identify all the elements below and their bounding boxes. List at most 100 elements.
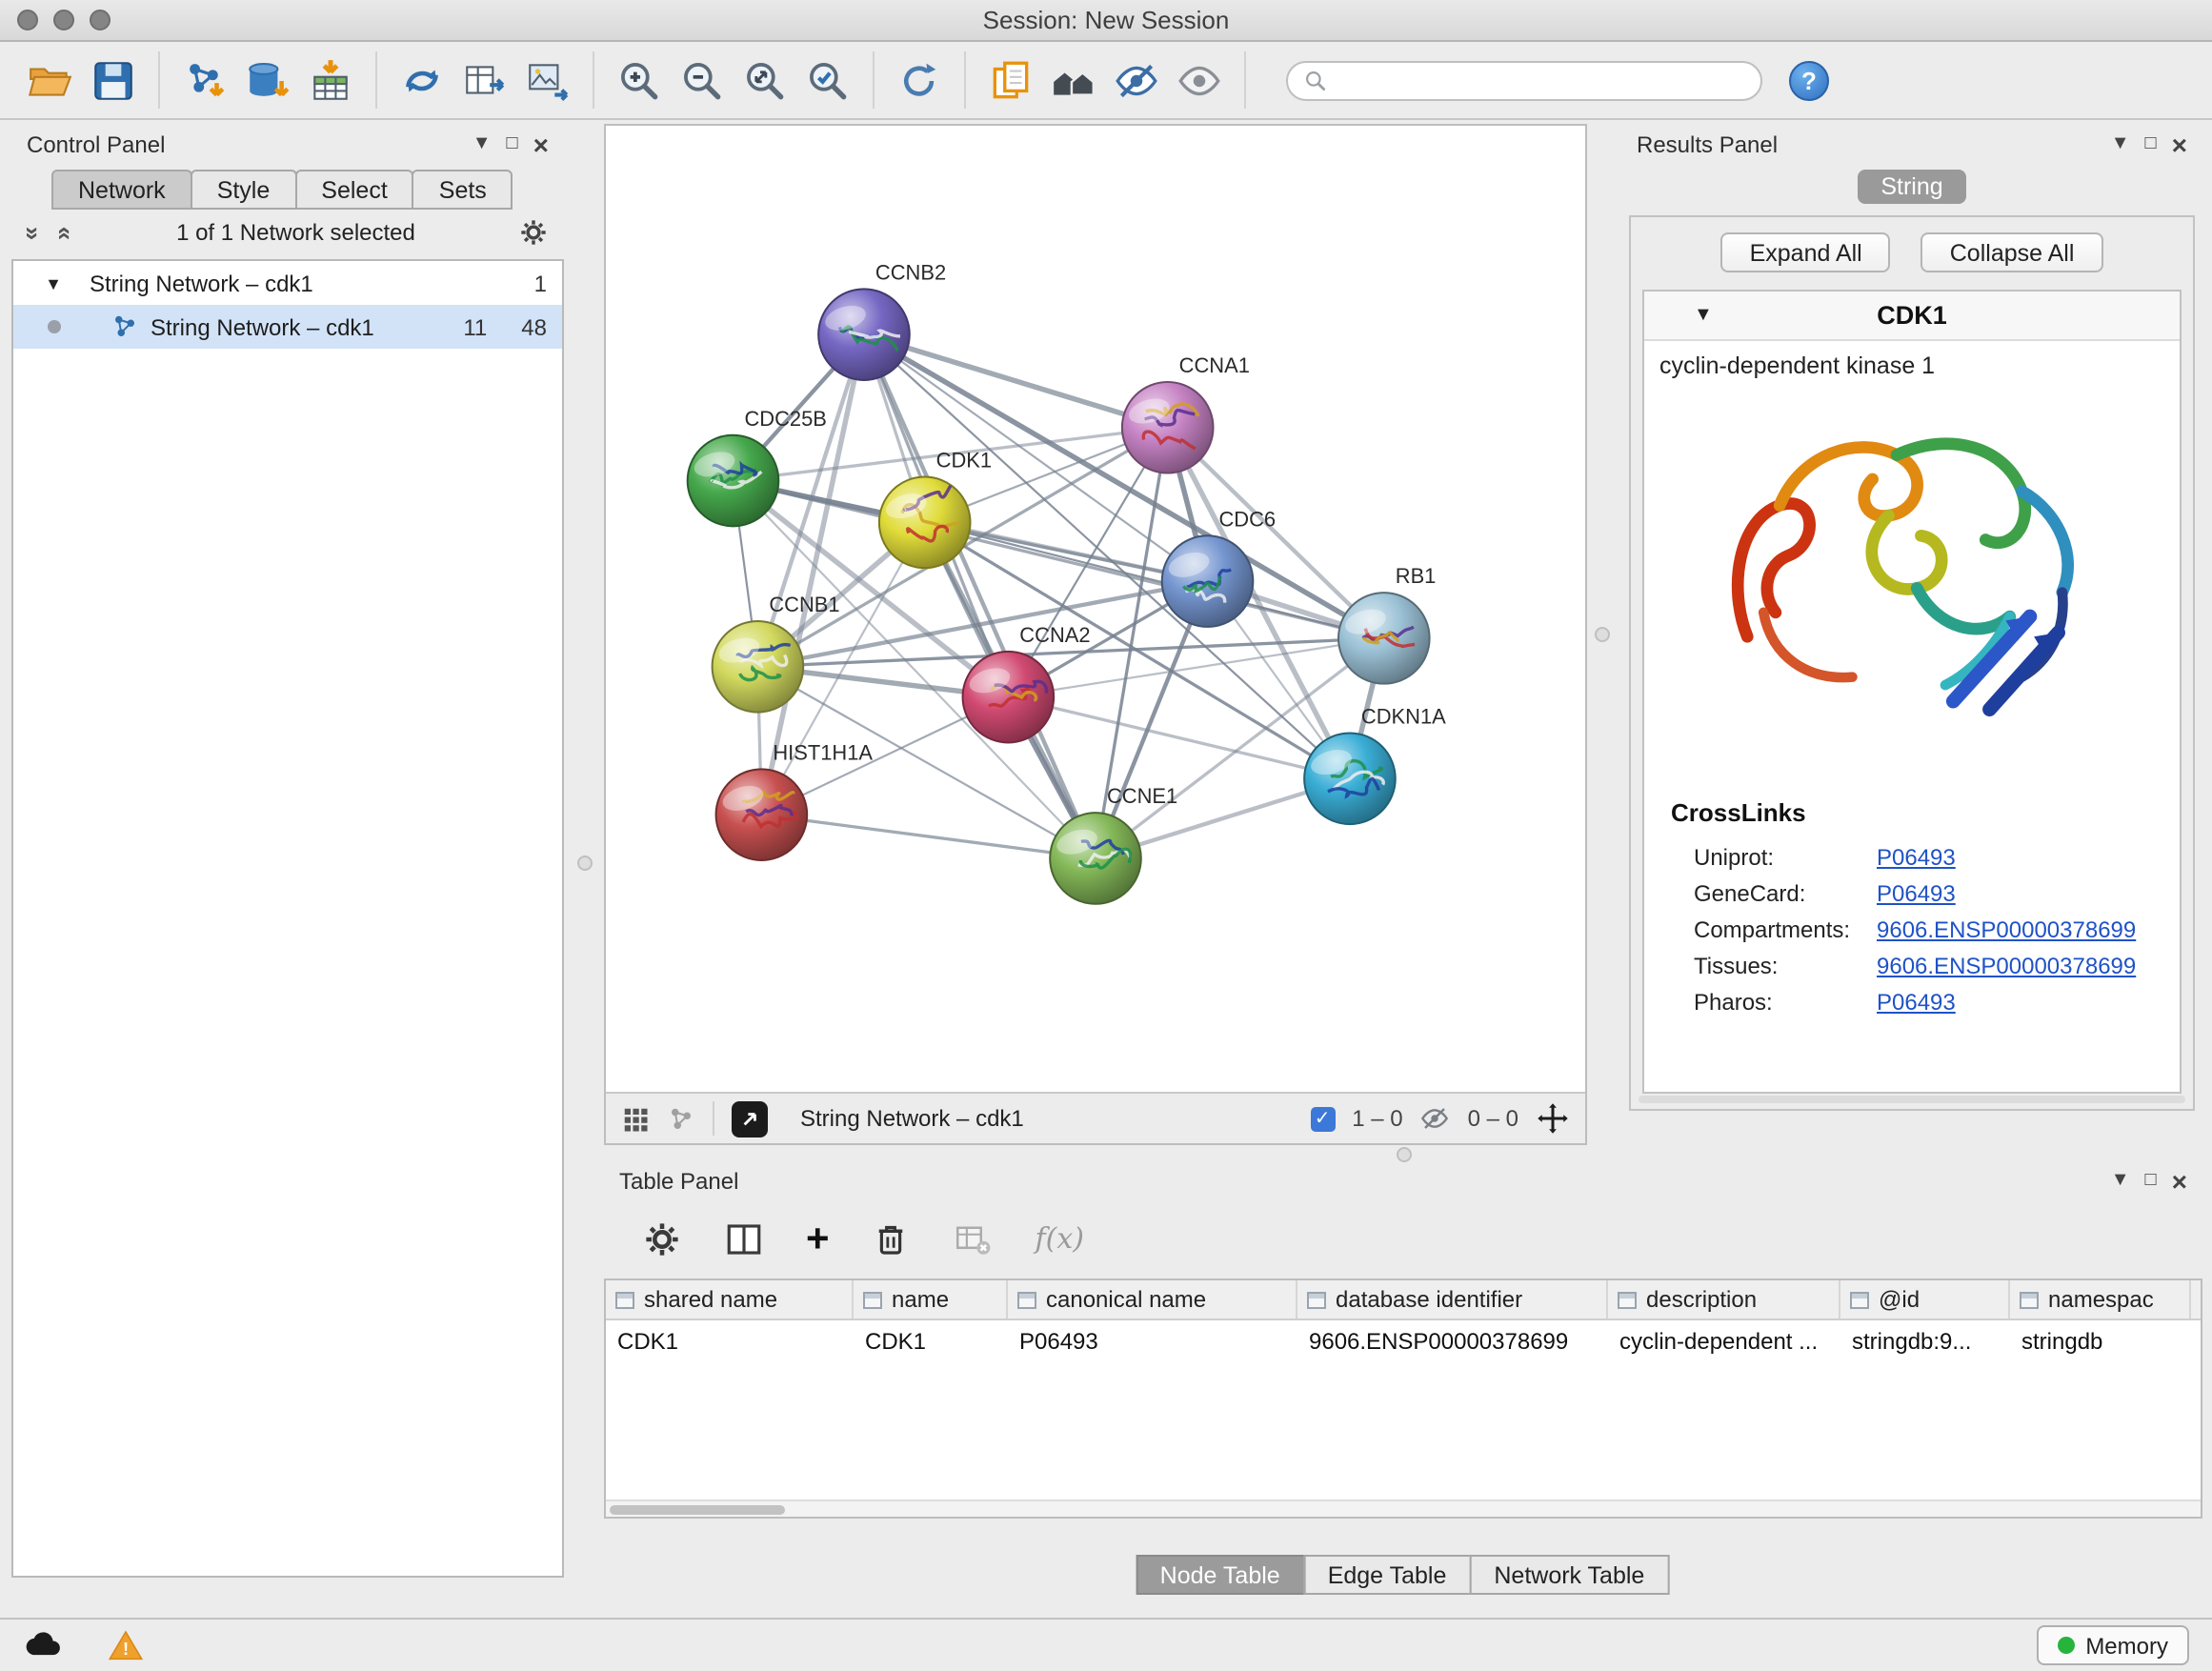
cloud-icon[interactable] xyxy=(23,1624,65,1666)
network-node-ccnb1[interactable]: CCNB1 xyxy=(713,593,840,713)
tab-string[interactable]: String xyxy=(1858,170,1965,204)
expand-all-icon[interactable]: » xyxy=(19,226,48,239)
column-header-database-identifier[interactable]: database identifier xyxy=(1297,1280,1608,1319)
network-edge[interactable] xyxy=(864,334,1096,858)
clone-network-button[interactable] xyxy=(979,50,1042,111)
network-node-ccna1[interactable]: CCNA1 xyxy=(1122,353,1250,473)
column-sort-icon xyxy=(863,1291,882,1308)
column-header-description[interactable]: description xyxy=(1608,1280,1840,1319)
import-network-database-button[interactable] xyxy=(236,50,299,111)
column-header-shared-name[interactable]: shared name xyxy=(606,1280,854,1319)
node-label: CDK1 xyxy=(936,449,992,473)
network-collection-row[interactable]: ▼ String Network – cdk1 1 xyxy=(13,261,562,305)
tab-edge-table[interactable]: Edge Table xyxy=(1303,1555,1472,1595)
import-network-file-button[interactable] xyxy=(173,50,236,111)
crosslink-link[interactable]: P06493 xyxy=(1877,879,1956,906)
column-header-namespac[interactable]: namespac xyxy=(2010,1280,2191,1319)
session-home-button[interactable] xyxy=(1042,50,1105,111)
network-edge[interactable] xyxy=(864,334,1168,428)
refresh-layout-button[interactable] xyxy=(888,50,951,111)
column-header-name[interactable]: name xyxy=(854,1280,1008,1319)
panel-float-icon[interactable]: □ xyxy=(2145,135,2157,154)
network-node-cdc25b[interactable]: CDC25B xyxy=(688,407,827,527)
network-node-hist1h1a[interactable]: HIST1H1A xyxy=(716,740,874,860)
trash-icon[interactable] xyxy=(872,1218,912,1258)
scrollbar-thumb[interactable] xyxy=(610,1505,785,1515)
zoom-window-button[interactable] xyxy=(90,10,111,30)
crosslink-link[interactable]: P06493 xyxy=(1877,843,1956,870)
tree-expand-icon[interactable]: ▼ xyxy=(40,273,67,292)
panel-menu-icon[interactable]: ▼ xyxy=(2111,135,2130,154)
birds-eye-view-button[interactable] xyxy=(732,1100,768,1137)
gear-icon[interactable] xyxy=(642,1218,682,1258)
open-session-button[interactable] xyxy=(19,50,82,111)
collapse-all-button[interactable]: Collapse All xyxy=(1921,232,2103,272)
column-header-canonical-name[interactable]: canonical name xyxy=(1008,1280,1297,1319)
tab-network[interactable]: Network xyxy=(51,170,192,210)
import-table-disabled-icon xyxy=(954,1218,994,1258)
export-table-button[interactable] xyxy=(453,50,516,111)
tab-style[interactable]: Style xyxy=(191,170,297,210)
panel-menu-icon[interactable]: ▼ xyxy=(473,135,492,154)
section-expand-icon[interactable]: ▼ xyxy=(1694,305,1713,326)
save-session-button[interactable] xyxy=(82,50,145,111)
network-view-icon[interactable] xyxy=(667,1104,695,1133)
network-row-selected[interactable]: String Network – cdk1 11 48 xyxy=(13,305,562,349)
panel-float-icon[interactable]: □ xyxy=(2145,1172,2157,1191)
close-window-button[interactable] xyxy=(17,10,38,30)
network-edge[interactable] xyxy=(761,815,1096,858)
panel-close-icon[interactable]: × xyxy=(533,131,549,157)
selected-checkbox[interactable]: ✓ xyxy=(1310,1106,1335,1131)
table-header-row: shared namenamecanonical namedatabase id… xyxy=(606,1280,2201,1320)
network-node-ccnb2[interactable]: CCNB2 xyxy=(818,260,946,380)
select-columns-icon[interactable] xyxy=(724,1218,764,1258)
grid-view-icon[interactable] xyxy=(621,1104,650,1133)
search-input[interactable] xyxy=(1337,67,1745,93)
crosslink-link[interactable]: P06493 xyxy=(1877,988,1956,1015)
crosslink-link[interactable]: 9606.ENSP00000378699 xyxy=(1877,916,2136,942)
minimize-window-button[interactable] xyxy=(53,10,74,30)
column-header--id[interactable]: @id xyxy=(1840,1280,2010,1319)
hidden-eye-icon[interactable] xyxy=(1420,1103,1451,1134)
show-hidden-button[interactable] xyxy=(1168,50,1231,111)
tab-network-table[interactable]: Network Table xyxy=(1469,1555,1669,1595)
database-icon xyxy=(244,56,292,104)
tab-sets[interactable]: Sets xyxy=(412,170,513,210)
splitter-handle[interactable] xyxy=(577,856,593,871)
zoom-fit-button[interactable] xyxy=(734,50,796,111)
gear-icon[interactable] xyxy=(518,217,549,248)
results-scrollbar[interactable] xyxy=(1639,1096,2185,1103)
gene-section-header[interactable]: ▼ CDK1 xyxy=(1644,292,2180,341)
panel-float-icon[interactable]: □ xyxy=(507,135,518,154)
import-table-file-button[interactable] xyxy=(299,50,362,111)
add-column-button[interactable]: + xyxy=(806,1218,830,1258)
export-image-button[interactable] xyxy=(516,50,579,111)
panel-menu-icon[interactable]: ▼ xyxy=(2111,1172,2130,1191)
hide-unhide-button[interactable] xyxy=(1105,50,1168,111)
pan-move-icon[interactable] xyxy=(1536,1101,1570,1136)
crosslink-link[interactable]: 9606.ENSP00000378699 xyxy=(1877,952,2136,978)
network-node-cdkn1a[interactable]: CDKN1A xyxy=(1304,705,1446,825)
collapse-all-icon[interactable]: « xyxy=(52,226,81,239)
help-button[interactable]: ? xyxy=(1789,60,1829,100)
tab-select[interactable]: Select xyxy=(294,170,414,210)
panel-close-icon[interactable]: × xyxy=(2172,131,2187,157)
network-node-cdk1[interactable]: CDK1 xyxy=(879,449,992,569)
splitter-handle[interactable] xyxy=(1595,627,1610,642)
tab-node-table[interactable]: Node Table xyxy=(1136,1555,1305,1595)
network-tree: ▼ String Network – cdk1 1 String Network… xyxy=(11,259,564,1578)
network-node-rb1[interactable]: RB1 xyxy=(1338,564,1436,684)
node-table: shared namenamecanonical namedatabase id… xyxy=(604,1278,2202,1519)
panel-close-icon[interactable]: × xyxy=(2172,1167,2187,1194)
network-canvas[interactable]: CCNB2CCNA1CDC25BCDK1CDC6RB1CCNB1CCNA2CDK… xyxy=(606,126,1585,1092)
memory-button[interactable]: Memory xyxy=(2036,1625,2189,1665)
warning-icon[interactable]: ! xyxy=(107,1626,145,1664)
control-panel-title: Control Panel xyxy=(27,131,165,158)
table-scrollbar[interactable] xyxy=(606,1500,2201,1517)
zoom-in-button[interactable] xyxy=(608,50,671,111)
zoom-selected-button[interactable] xyxy=(796,50,859,111)
network-arrows-button[interactable] xyxy=(391,50,453,111)
expand-all-button[interactable]: Expand All xyxy=(1721,232,1891,272)
table-row[interactable]: CDK1CDK1P064939606.ENSP00000378699cyclin… xyxy=(606,1320,2201,1360)
zoom-out-button[interactable] xyxy=(671,50,734,111)
